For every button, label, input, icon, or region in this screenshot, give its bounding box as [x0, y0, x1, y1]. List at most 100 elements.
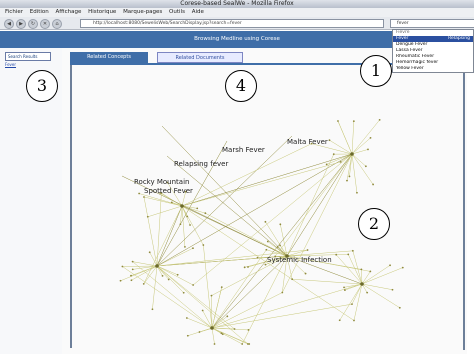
menu-historique[interactable]: Historique: [88, 9, 116, 15]
graph-node: [131, 260, 134, 263]
graph-node: [398, 306, 401, 309]
graph-node: [279, 223, 282, 226]
graph-node: [176, 273, 179, 276]
menu-edition[interactable]: Edition: [30, 9, 49, 15]
graph-node: [221, 333, 224, 336]
graph-node: [378, 118, 381, 121]
graph-node: [351, 303, 353, 306]
graph-node: [185, 317, 188, 319]
graph-hub: [350, 152, 354, 156]
graph-node: [121, 265, 124, 268]
node-label-spotted-fever[interactable]: Spotted Fever: [144, 187, 193, 195]
graph-node: [213, 343, 216, 345]
graph-node: [279, 244, 281, 247]
graph-node: [356, 191, 358, 194]
graph-edge: [131, 265, 158, 281]
graph-hub: [360, 282, 364, 286]
graph-node: [343, 286, 345, 289]
graph-node: [226, 315, 229, 318]
graph-node: [167, 278, 170, 281]
graph-edge: [181, 161, 341, 207]
forward-icon[interactable]: ▶: [16, 19, 26, 29]
node-label-rocky-mountain[interactable]: Rocky Mountain: [134, 178, 189, 186]
url-bar[interactable]: http://localhost:8080/SewelisWeb/SearchD…: [80, 19, 384, 28]
graph-node: [291, 278, 294, 281]
menu-affichage[interactable]: Affichage: [56, 9, 82, 15]
tab-search-results[interactable]: Search Results: [5, 52, 51, 61]
graph-node: [304, 272, 307, 275]
graph-node: [184, 245, 186, 248]
graph-node: [179, 223, 182, 226]
graph-node: [202, 244, 205, 246]
graph-node: [401, 266, 404, 269]
graph-node: [348, 175, 351, 178]
graph-node: [138, 192, 141, 195]
search-input[interactable]: fever: [390, 19, 474, 28]
node-label-systemic-infection[interactable]: Systemic Infection: [267, 256, 332, 264]
menu-aide[interactable]: Aide: [192, 9, 204, 15]
tab-related-concepts[interactable]: Related Concepts: [70, 52, 148, 63]
graph-node: [369, 136, 372, 139]
callout-2: 2: [358, 208, 390, 240]
stop-icon[interactable]: ✕: [40, 19, 50, 29]
graph-node: [332, 153, 335, 156]
graph-edge: [337, 120, 353, 155]
graph-node: [186, 334, 189, 337]
graph-edge: [351, 121, 355, 155]
graph-node: [241, 343, 244, 345]
graph-edge: [203, 245, 213, 329]
graph-node: [248, 343, 251, 345]
graph-edge: [143, 196, 183, 207]
graph-node: [130, 279, 133, 282]
graph-node: [220, 286, 223, 289]
home-icon[interactable]: ⌂: [52, 19, 62, 29]
suggestion-item[interactable]: Yellow Fever: [393, 66, 473, 72]
graph-node: [351, 249, 354, 252]
graph-node: [389, 264, 391, 267]
graph-node: [306, 249, 309, 251]
graph-node: [281, 291, 284, 294]
node-label-malta-fever[interactable]: Malta Fever: [287, 138, 328, 146]
concept-graph[interactable]: Malta Fever Marsh Fever Relapsing fever …: [62, 66, 462, 350]
node-label-relapsing-fever[interactable]: Relapsing fever: [174, 160, 228, 168]
graph-node: [335, 253, 338, 256]
menu-marque-pages[interactable]: Marque-pages: [123, 9, 162, 15]
tab-related-documents[interactable]: Related Documents: [157, 52, 243, 63]
graph-node: [170, 201, 173, 204]
graph-edge: [353, 283, 363, 321]
graph-edge: [132, 261, 213, 329]
graph-node: [198, 331, 201, 333]
suggestion-badge: Relapsing: [448, 36, 470, 41]
callout-3: 3: [26, 70, 58, 102]
graph-edge: [351, 119, 380, 155]
search-result-link[interactable]: Fever: [5, 62, 16, 67]
graph-node: [347, 253, 350, 256]
graph-node: [276, 245, 279, 248]
node-label-marsh-fever[interactable]: Marsh Fever: [222, 146, 265, 154]
callout-4: 4: [225, 70, 257, 102]
menu-outils[interactable]: Outils: [169, 9, 185, 15]
menu-bar: Fichier Edition Affichage Historique Mar…: [0, 8, 474, 17]
menu-fichier[interactable]: Fichier: [5, 9, 23, 15]
graph-node: [247, 266, 249, 268]
graph-edge: [156, 265, 235, 330]
search-suggestions-dropdown: Fievre Fever Relapsing Dengue Fever Lassa…: [392, 29, 474, 73]
graph-edge: [211, 292, 283, 329]
graph-node: [142, 282, 145, 285]
graph-node: [148, 251, 151, 254]
graph-edge: [166, 155, 288, 257]
graph-node: [352, 120, 355, 123]
graph-edge: [199, 283, 363, 333]
graph-node: [366, 291, 369, 294]
graph-node: [353, 319, 355, 322]
reload-icon[interactable]: ↻: [28, 19, 38, 29]
back-icon[interactable]: ◀: [4, 19, 14, 29]
graph-frame-right: [463, 60, 465, 350]
graph-edge: [282, 153, 353, 293]
graph-node: [266, 240, 269, 243]
graph-node: [337, 120, 339, 122]
graph-edge: [156, 265, 184, 293]
graph-node: [151, 308, 154, 311]
graph-node: [192, 247, 194, 250]
graph-node: [247, 329, 250, 331]
